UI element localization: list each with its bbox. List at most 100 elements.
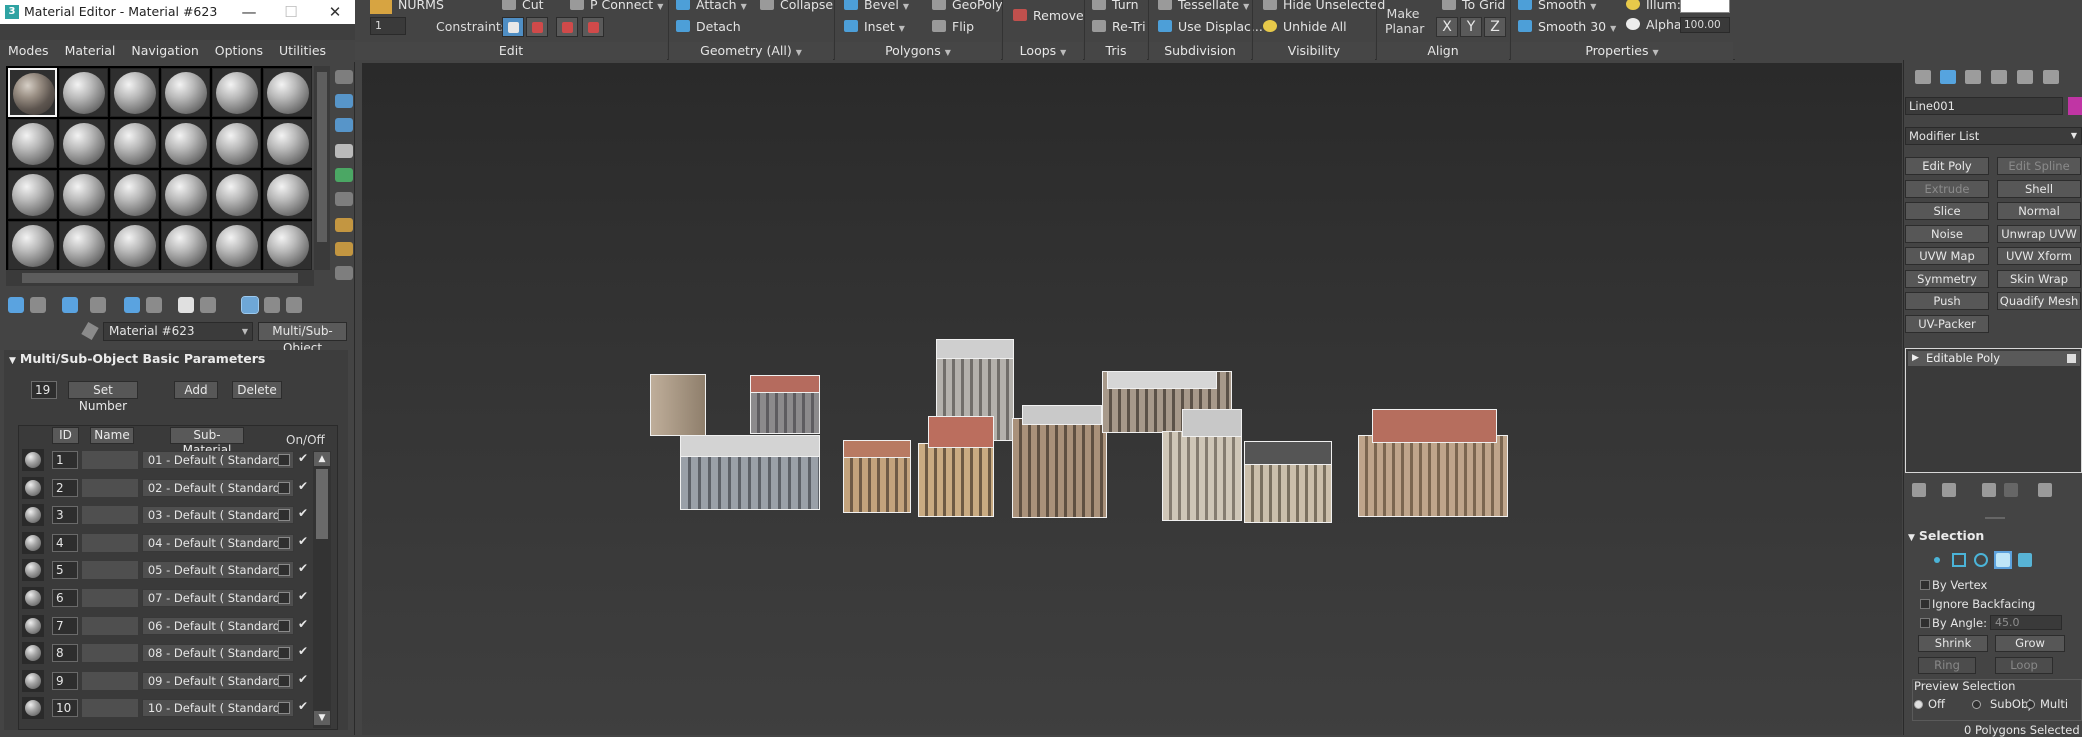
row-id-field[interactable]: 7 — [52, 616, 78, 635]
video-color-check-icon[interactable] — [335, 168, 353, 182]
make-unique-icon[interactable] — [124, 297, 140, 313]
sub-material-button[interactable]: 07 - Default ( Standard ) — [142, 589, 294, 607]
row-id-field[interactable]: 6 — [52, 589, 78, 607]
smooth-button[interactable]: Smooth ▼ — [1518, 0, 1596, 16]
checkbox-box[interactable] — [1920, 580, 1930, 590]
menu-modes[interactable]: Modes — [0, 40, 57, 62]
row-name-field[interactable] — [82, 699, 138, 718]
onoff-checkbox[interactable]: ✔ — [298, 617, 308, 631]
material-sample-slot[interactable] — [8, 68, 57, 117]
modifier-button[interactable]: Noise — [1905, 224, 1989, 243]
remove-modifier-icon[interactable] — [2004, 483, 2018, 497]
row-id-field[interactable]: 9 — [52, 671, 78, 690]
ribbon-smooth-icon[interactable] — [370, 0, 392, 14]
group-geometry[interactable]: Geometry (All) ▼ — [669, 42, 833, 60]
menu-utilities[interactable]: Utilities — [271, 40, 334, 62]
ring-button[interactable]: Ring — [1918, 657, 1976, 674]
material-swatch[interactable] — [22, 476, 44, 499]
row-id-field[interactable]: 8 — [52, 644, 78, 663]
color-checkbox[interactable] — [278, 536, 290, 549]
onoff-checkbox[interactable]: ✔ — [298, 644, 308, 658]
material-sample-slot[interactable] — [110, 68, 159, 117]
building-model[interactable] — [1162, 431, 1242, 521]
material-sample-slot[interactable] — [263, 68, 312, 117]
slots-vertical-scrollbar[interactable] — [314, 66, 330, 270]
backlight-icon[interactable] — [335, 94, 353, 108]
constraint-none-button[interactable] — [502, 17, 524, 37]
row-name-field[interactable] — [82, 506, 138, 525]
material-type-button[interactable]: Multi/Sub-Object — [258, 322, 347, 355]
set-number-button[interactable]: Set Number — [68, 381, 138, 413]
material-sample-slot[interactable] — [263, 170, 312, 219]
material-swatch[interactable] — [22, 449, 44, 471]
eyedropper-icon[interactable] — [81, 321, 99, 341]
pconnect-button[interactable]: P Connect ▼ — [570, 0, 663, 16]
material-sample-slot[interactable] — [212, 170, 261, 219]
row-id-field[interactable]: 10 — [52, 699, 78, 718]
group-edit[interactable]: Edit — [355, 42, 667, 60]
border-mode-button[interactable] — [1972, 551, 1990, 569]
material-sample-slot[interactable] — [263, 119, 312, 168]
material-sample-slot[interactable] — [110, 119, 159, 168]
constraint-normal-button[interactable] — [582, 17, 604, 37]
sub-material-button[interactable]: 01 - Default ( Standard ) — [142, 451, 294, 469]
color-checkbox[interactable] — [278, 509, 290, 522]
display-tab[interactable] — [2014, 68, 2036, 86]
material-sample-slot[interactable] — [212, 221, 261, 270]
options-icon[interactable] — [335, 218, 353, 232]
object-color-swatch[interactable] — [2068, 97, 2082, 115]
vertex-mode-button[interactable] — [1928, 551, 1946, 569]
collapse-button[interactable]: Collapse — [760, 0, 833, 16]
perspective-viewport[interactable] — [362, 63, 1902, 735]
show-shaded-icon[interactable] — [200, 297, 216, 313]
material-sample-slot[interactable] — [161, 119, 210, 168]
scroll-thumb[interactable] — [316, 469, 328, 539]
material-sample-slot[interactable] — [161, 221, 210, 270]
row-name-field[interactable] — [82, 644, 138, 663]
polygon-mode-button[interactable] — [1994, 551, 2012, 569]
material-swatch[interactable] — [22, 614, 44, 637]
material-sample-slot[interactable] — [59, 68, 108, 117]
detach-button[interactable]: Detach — [676, 16, 741, 38]
material-id-channel-icon[interactable] — [178, 297, 194, 313]
modifier-stack[interactable]: ▶ Editable Poly — [1905, 348, 2082, 473]
make-preview-icon[interactable] — [335, 192, 353, 206]
color-checkbox[interactable] — [278, 674, 290, 687]
row-id-field[interactable]: 3 — [52, 506, 78, 525]
modifier-button[interactable]: Edit Spline — [1997, 157, 2081, 175]
modifier-button[interactable]: Slice — [1905, 202, 1989, 220]
material-sample-slot[interactable] — [59, 170, 108, 219]
building-model[interactable] — [918, 443, 994, 517]
menu-options[interactable]: Options — [207, 40, 271, 62]
group-properties[interactable]: Properties ▼ — [1511, 42, 1733, 60]
onoff-checkbox[interactable]: ✔ — [298, 672, 308, 686]
align-z-button[interactable]: Z — [1484, 17, 1506, 37]
retri-button[interactable]: Re-Tri — [1092, 16, 1146, 38]
smooth30-button[interactable]: Smooth 30 ▼ — [1518, 16, 1616, 38]
make-unique-icon[interactable] — [1982, 483, 1996, 497]
checkbox-box[interactable] — [1920, 599, 1930, 609]
modifier-button[interactable]: UVW Xform — [1997, 247, 2081, 265]
row-name-field[interactable] — [82, 671, 138, 690]
column-header-id[interactable]: ID — [52, 427, 79, 444]
geopoly-button[interactable]: GeoPoly — [932, 0, 1003, 16]
iterations-spinner[interactable]: 1 — [370, 17, 406, 35]
row-name-field[interactable] — [82, 533, 138, 552]
put-to-library-icon[interactable] — [146, 297, 162, 313]
edge-mode-button[interactable] — [1950, 551, 1968, 569]
minimize-icon[interactable]: — — [228, 0, 270, 24]
stack-item-editable-poly[interactable]: ▶ Editable Poly — [1908, 351, 2080, 366]
row-id-field[interactable]: 4 — [52, 533, 78, 552]
modifier-button[interactable]: Push — [1905, 292, 1989, 310]
tessellate-button[interactable]: Tessellate ▼ — [1158, 0, 1249, 16]
sub-material-button[interactable]: 09 - Default ( Standard ) — [142, 671, 294, 690]
color-checkbox[interactable] — [278, 592, 290, 604]
constraint-edge-button[interactable] — [526, 17, 548, 37]
material-sample-slot[interactable] — [161, 68, 210, 117]
color-checkbox[interactable] — [278, 454, 290, 466]
material-swatch[interactable] — [22, 504, 44, 527]
modify-tab[interactable] — [1937, 68, 1959, 86]
show-end-result-icon[interactable] — [241, 296, 259, 314]
angle-spinner[interactable]: 45.0 — [1990, 615, 2062, 630]
flip-button[interactable]: Flip — [932, 16, 974, 38]
